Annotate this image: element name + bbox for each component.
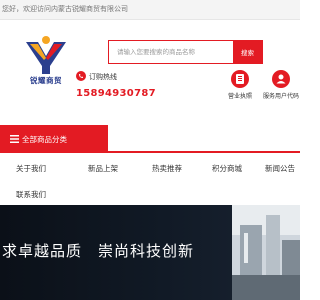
badge-label: 营业执照 [227,93,252,100]
banner-slogan: 求卓越品质 崇尚科技创新 [2,242,195,260]
all-categories-button[interactable]: 全部商品分类 [0,125,108,153]
search-box: 搜索 [108,40,263,64]
nav-item-new[interactable]: 新品上架 [88,163,118,174]
banner-product-image [232,205,300,300]
search-input[interactable] [109,41,234,63]
user-card-icon [272,70,290,88]
all-categories-label: 全部商品分类 [22,135,67,144]
hotline-label: 订购热线 [89,73,117,81]
welcome-text: 您好，欢迎访问内蒙古锐耀商贸有限公司 [2,5,128,13]
search-button[interactable]: 搜索 [233,41,262,63]
nav-item-about[interactable]: 关于我们 [16,163,46,174]
nav-item-news[interactable]: 新闻公告 [265,163,295,174]
category-bar: 全部商品分类 [0,125,300,153]
hero-banner[interactable]: 求卓越品质 崇尚科技创新 [0,205,300,300]
license-icon [231,70,249,88]
nav-item-contact[interactable]: 联系我们 [16,189,46,200]
phone-icon [76,71,86,81]
logo-text: 锐耀商贸 [30,76,62,85]
nav-item-points[interactable]: 积分商城 [212,163,242,174]
nav-item-hot[interactable]: 热卖推荐 [152,163,182,174]
business-license-badge[interactable]: 营业执照 [225,70,255,110]
badge-label: 服务用户代码 [262,93,299,100]
user-code-badge[interactable]: 服务用户代码 [262,70,300,110]
hotline-number: 15894930787 [76,88,156,99]
menu-icon [10,135,19,143]
top-bar: 您好，欢迎访问内蒙古锐耀商贸有限公司 [0,0,300,20]
